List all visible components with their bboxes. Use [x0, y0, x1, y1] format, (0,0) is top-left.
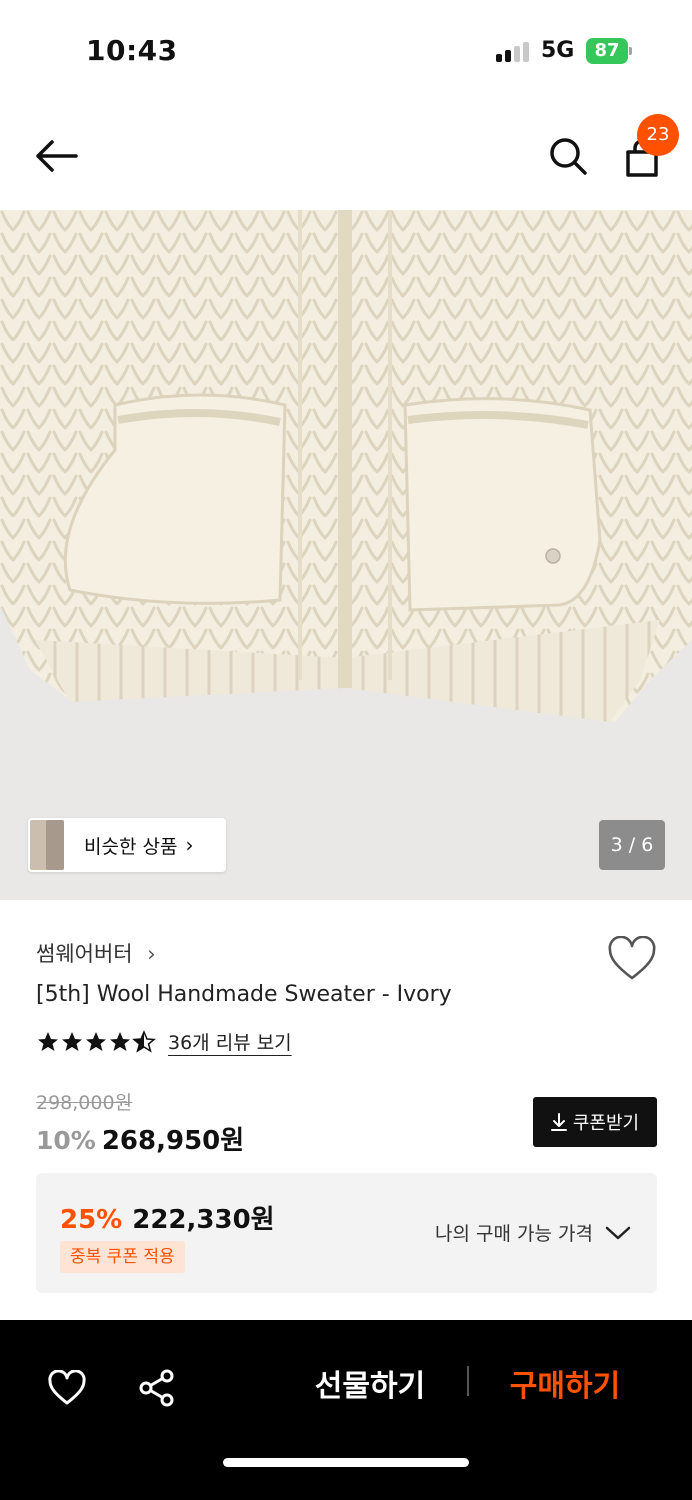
- battery-icon: 87: [586, 38, 632, 64]
- my-price-label: 나의 구매 가능 가격: [435, 1223, 593, 1245]
- status-bar: 10:43 5G 87: [0, 0, 692, 100]
- best-price-row: 25% 222,330원: [60, 1199, 275, 1236]
- heart-icon: [608, 935, 656, 980]
- half-star-icon: [132, 1029, 156, 1053]
- product-title: [5th] Wool Handmade Sweater - Ivory: [36, 982, 452, 1007]
- chevron-right-icon: ›: [147, 942, 156, 966]
- reviews-link[interactable]: 36개 리뷰 보기: [168, 1028, 292, 1055]
- status-time: 10:43: [86, 34, 178, 67]
- similar-products-label: 비슷한 상품: [84, 835, 178, 858]
- brand-link[interactable]: 썸웨어버터 ›: [36, 938, 156, 968]
- coupon-label: 쿠폰받기: [572, 1113, 640, 1134]
- similar-products-button[interactable]: 비슷한 상품 ›: [28, 818, 226, 872]
- chevron-down-icon: [605, 1226, 631, 1239]
- back-arrow-icon: [36, 140, 78, 172]
- rating-stars: [36, 1029, 156, 1054]
- download-icon: [550, 1113, 567, 1131]
- search-button[interactable]: [540, 128, 596, 184]
- button-divider: [467, 1366, 469, 1396]
- share-icon: [139, 1369, 174, 1407]
- star-icon: [38, 1031, 58, 1051]
- star-icon: [110, 1031, 130, 1051]
- rating-row: 36개 리뷰 보기: [36, 1028, 292, 1055]
- best-price: 222,330원: [132, 1205, 275, 1235]
- chevron-right-icon: ›: [185, 833, 194, 857]
- star-icon: [62, 1031, 82, 1051]
- cart-count-badge: 23: [637, 114, 679, 156]
- price-row: 10% 268,950원: [36, 1120, 244, 1157]
- similar-thumbnails: [28, 818, 64, 872]
- coupon-download-button[interactable]: 쿠폰받기: [533, 1097, 657, 1147]
- star-icon: [86, 1031, 106, 1051]
- product-image[interactable]: [0, 210, 692, 900]
- gift-button[interactable]: 선물하기: [300, 1356, 440, 1418]
- buy-button[interactable]: 구매하기: [495, 1356, 635, 1418]
- share-button[interactable]: [129, 1360, 185, 1416]
- network-label: 5G: [541, 38, 575, 63]
- top-nav: [0, 110, 692, 206]
- home-indicator[interactable]: [223, 1458, 469, 1467]
- best-price-box: 25% 222,330원 중복 쿠폰 적용 나의 구매 가능 가격: [36, 1173, 657, 1293]
- battery-level: 87: [586, 38, 628, 64]
- search-icon: [550, 138, 587, 175]
- heart-icon: [48, 1370, 86, 1405]
- sweater-image: [0, 210, 692, 722]
- best-discount-rate: 25%: [60, 1205, 123, 1235]
- brand-name: 썸웨어버터: [36, 942, 133, 966]
- bottom-wishlist-button[interactable]: [39, 1360, 95, 1416]
- sale-price: 268,950원: [101, 1126, 245, 1156]
- image-page-indicator: 3 / 6: [599, 820, 665, 870]
- signal-icon: [496, 42, 530, 62]
- discount-rate: 10%: [36, 1126, 96, 1155]
- original-price: 298,000원: [36, 1092, 133, 1114]
- my-price-toggle[interactable]: 나의 구매 가능 가격: [435, 1219, 631, 1246]
- wishlist-button[interactable]: [606, 935, 658, 982]
- duplicate-coupon-tag: 중복 쿠폰 적용: [60, 1241, 185, 1273]
- bottom-action-bar: 선물하기 구매하기: [0, 1320, 692, 1500]
- back-button[interactable]: [28, 128, 84, 184]
